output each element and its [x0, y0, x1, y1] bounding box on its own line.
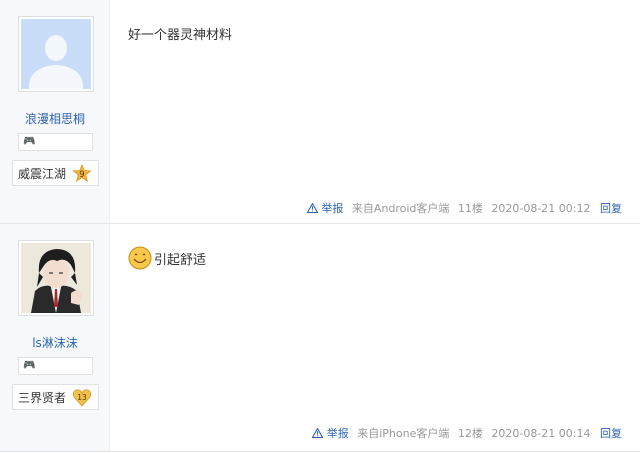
default-avatar-image — [21, 19, 91, 89]
level-star-icon: 9 — [72, 164, 92, 182]
report-link[interactable]: 举报 — [306, 202, 343, 215]
level-badge[interactable]: 三界贤者 13 — [12, 384, 99, 410]
post-time: 2020-08-21 00:12 — [491, 202, 591, 215]
report-link[interactable]: 举报 — [311, 427, 349, 440]
level-badge[interactable]: 威震江湖 9 — [12, 160, 99, 186]
username-link[interactable]: 浪漫相思桐 — [0, 110, 110, 127]
level-number: 9 — [79, 170, 84, 180]
gamepad-icon: 🎮 — [23, 360, 36, 371]
client-source: 来自iPhone客户端 — [357, 427, 450, 440]
game-badge[interactable]: 🎮 — [18, 133, 93, 151]
floor-number: 11楼 — [457, 202, 483, 215]
post-floor-12: ls淋沫沫 🎮 三界贤者 13 引起舒适 举报 来自iPhone客户端 12楼 … — [0, 224, 640, 452]
author-sidebar: 浪漫相思桐 🎮 威震江湖 9 — [0, 0, 110, 223]
username-link[interactable]: ls淋沫沫 — [0, 334, 110, 351]
author-sidebar: ls淋沫沫 🎮 三界贤者 13 — [0, 224, 110, 451]
level-name: 三界贤者 — [18, 391, 67, 405]
post-time: 2020-08-21 00:14 — [491, 427, 591, 440]
post-footer: 举报 来自iPhone客户端 12楼 2020-08-21 00:14 回复 — [311, 425, 622, 441]
level-heart-icon: 13 — [72, 389, 92, 407]
floor-number: 12楼 — [457, 427, 483, 440]
avatar[interactable] — [18, 16, 94, 92]
reply-link[interactable]: 回复 — [600, 427, 622, 440]
smile-emoji-icon — [128, 246, 152, 270]
game-badge[interactable]: 🎮 — [18, 357, 93, 375]
post-content: 好一个器灵神材料 — [128, 28, 233, 43]
warning-icon — [306, 202, 319, 214]
anime-avatar-image — [21, 243, 91, 313]
post-text: 引起舒适 — [154, 253, 207, 268]
client-source: 来自Android客户端 — [351, 202, 450, 215]
level-name: 威震江湖 — [18, 167, 67, 181]
gamepad-icon: 🎮 — [23, 136, 36, 147]
warning-icon — [311, 427, 324, 439]
reply-link[interactable]: 回复 — [600, 202, 622, 215]
level-number: 13 — [77, 393, 87, 402]
post-floor-11: 浪漫相思桐 🎮 威震江湖 9 好一个器灵神材料 举报 来自Android客户端 … — [0, 0, 640, 224]
post-content: 引起舒适 — [128, 246, 206, 270]
avatar[interactable] — [18, 240, 94, 316]
post-footer: 举报 来自Android客户端 11楼 2020-08-21 00:12 回复 — [306, 200, 622, 216]
